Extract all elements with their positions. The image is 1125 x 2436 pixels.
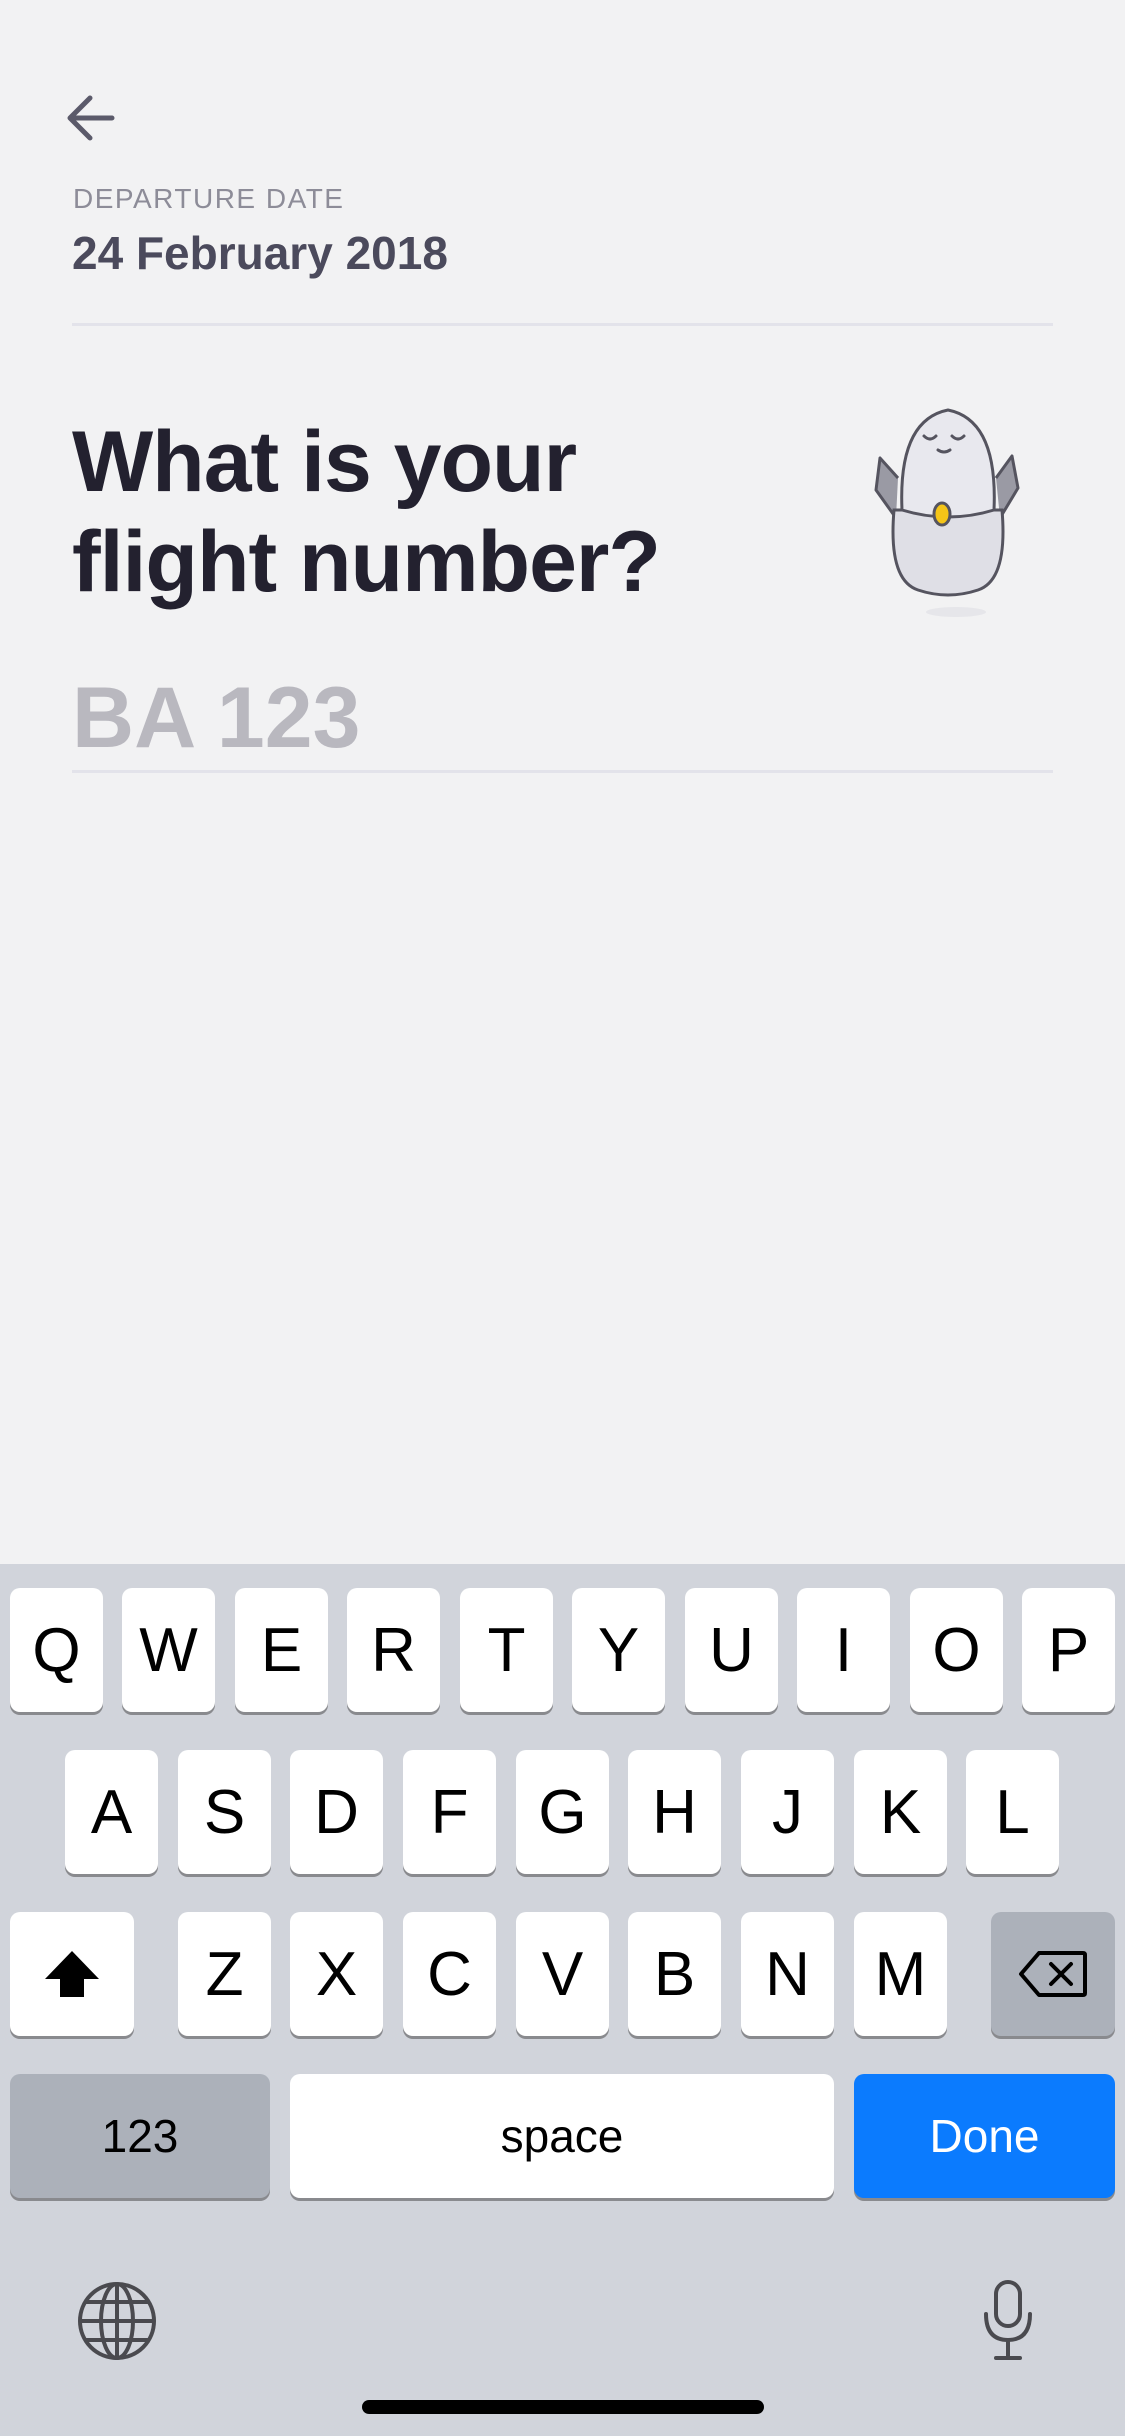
key-n[interactable]: N xyxy=(741,1912,834,2036)
page-title: What is your flight number? xyxy=(72,412,772,612)
shift-key[interactable] xyxy=(10,1912,134,2036)
numbers-key[interactable]: 123 xyxy=(10,2074,270,2198)
key-i[interactable]: I xyxy=(797,1588,890,1712)
globe-icon[interactable] xyxy=(76,2280,158,2362)
key-v[interactable]: V xyxy=(516,1912,609,2036)
key-a[interactable]: A xyxy=(65,1750,158,1874)
departure-date-label: DEPARTURE DATE xyxy=(73,183,345,214)
key-u[interactable]: U xyxy=(685,1588,778,1712)
delete-key[interactable] xyxy=(991,1912,1115,2036)
key-x[interactable]: X xyxy=(290,1912,383,2036)
input-underline xyxy=(72,770,1053,773)
flight-number-screen: DEPARTURE DATE 24 February 2018 What is … xyxy=(0,0,1125,1564)
space-key[interactable]: space xyxy=(290,2074,834,2198)
flight-number-input[interactable] xyxy=(72,670,1053,766)
key-c[interactable]: C xyxy=(403,1912,496,2036)
key-g[interactable]: G xyxy=(516,1750,609,1874)
key-e[interactable]: E xyxy=(235,1588,328,1712)
key-w[interactable]: W xyxy=(122,1588,215,1712)
back-button[interactable] xyxy=(62,86,128,152)
key-o[interactable]: O xyxy=(910,1588,1003,1712)
robot-mascot-icon xyxy=(874,408,1020,617)
key-h[interactable]: H xyxy=(628,1750,721,1874)
arrow-left-icon xyxy=(67,95,115,141)
key-d[interactable]: D xyxy=(290,1750,383,1874)
key-f[interactable]: F xyxy=(403,1750,496,1874)
key-p[interactable]: P xyxy=(1022,1588,1115,1712)
done-button[interactable]: Done xyxy=(854,2074,1115,2198)
backspace-icon xyxy=(1019,1951,1087,1997)
departure-date-value[interactable]: 24 February 2018 xyxy=(72,226,448,280)
shift-arrow-icon xyxy=(45,1951,99,1997)
key-q[interactable]: Q xyxy=(10,1588,103,1712)
key-k[interactable]: K xyxy=(854,1750,947,1874)
home-indicator[interactable] xyxy=(362,2400,764,2414)
key-s[interactable]: S xyxy=(178,1750,271,1874)
key-l[interactable]: L xyxy=(966,1750,1059,1874)
header-divider xyxy=(72,323,1053,326)
microphone-icon[interactable] xyxy=(980,2278,1036,2362)
key-m[interactable]: M xyxy=(854,1912,947,2036)
title-line-1: What is your xyxy=(72,414,577,510)
key-b[interactable]: B xyxy=(628,1912,721,2036)
key-t[interactable]: T xyxy=(460,1588,553,1712)
system-keyboard: Q W E R T Y U I O P A S D F G H J K L Z … xyxy=(0,1564,1125,2436)
key-z[interactable]: Z xyxy=(178,1912,271,2036)
key-j[interactable]: J xyxy=(741,1750,834,1874)
key-y[interactable]: Y xyxy=(572,1588,665,1712)
title-line-2: flight number? xyxy=(72,514,661,610)
key-r[interactable]: R xyxy=(347,1588,440,1712)
